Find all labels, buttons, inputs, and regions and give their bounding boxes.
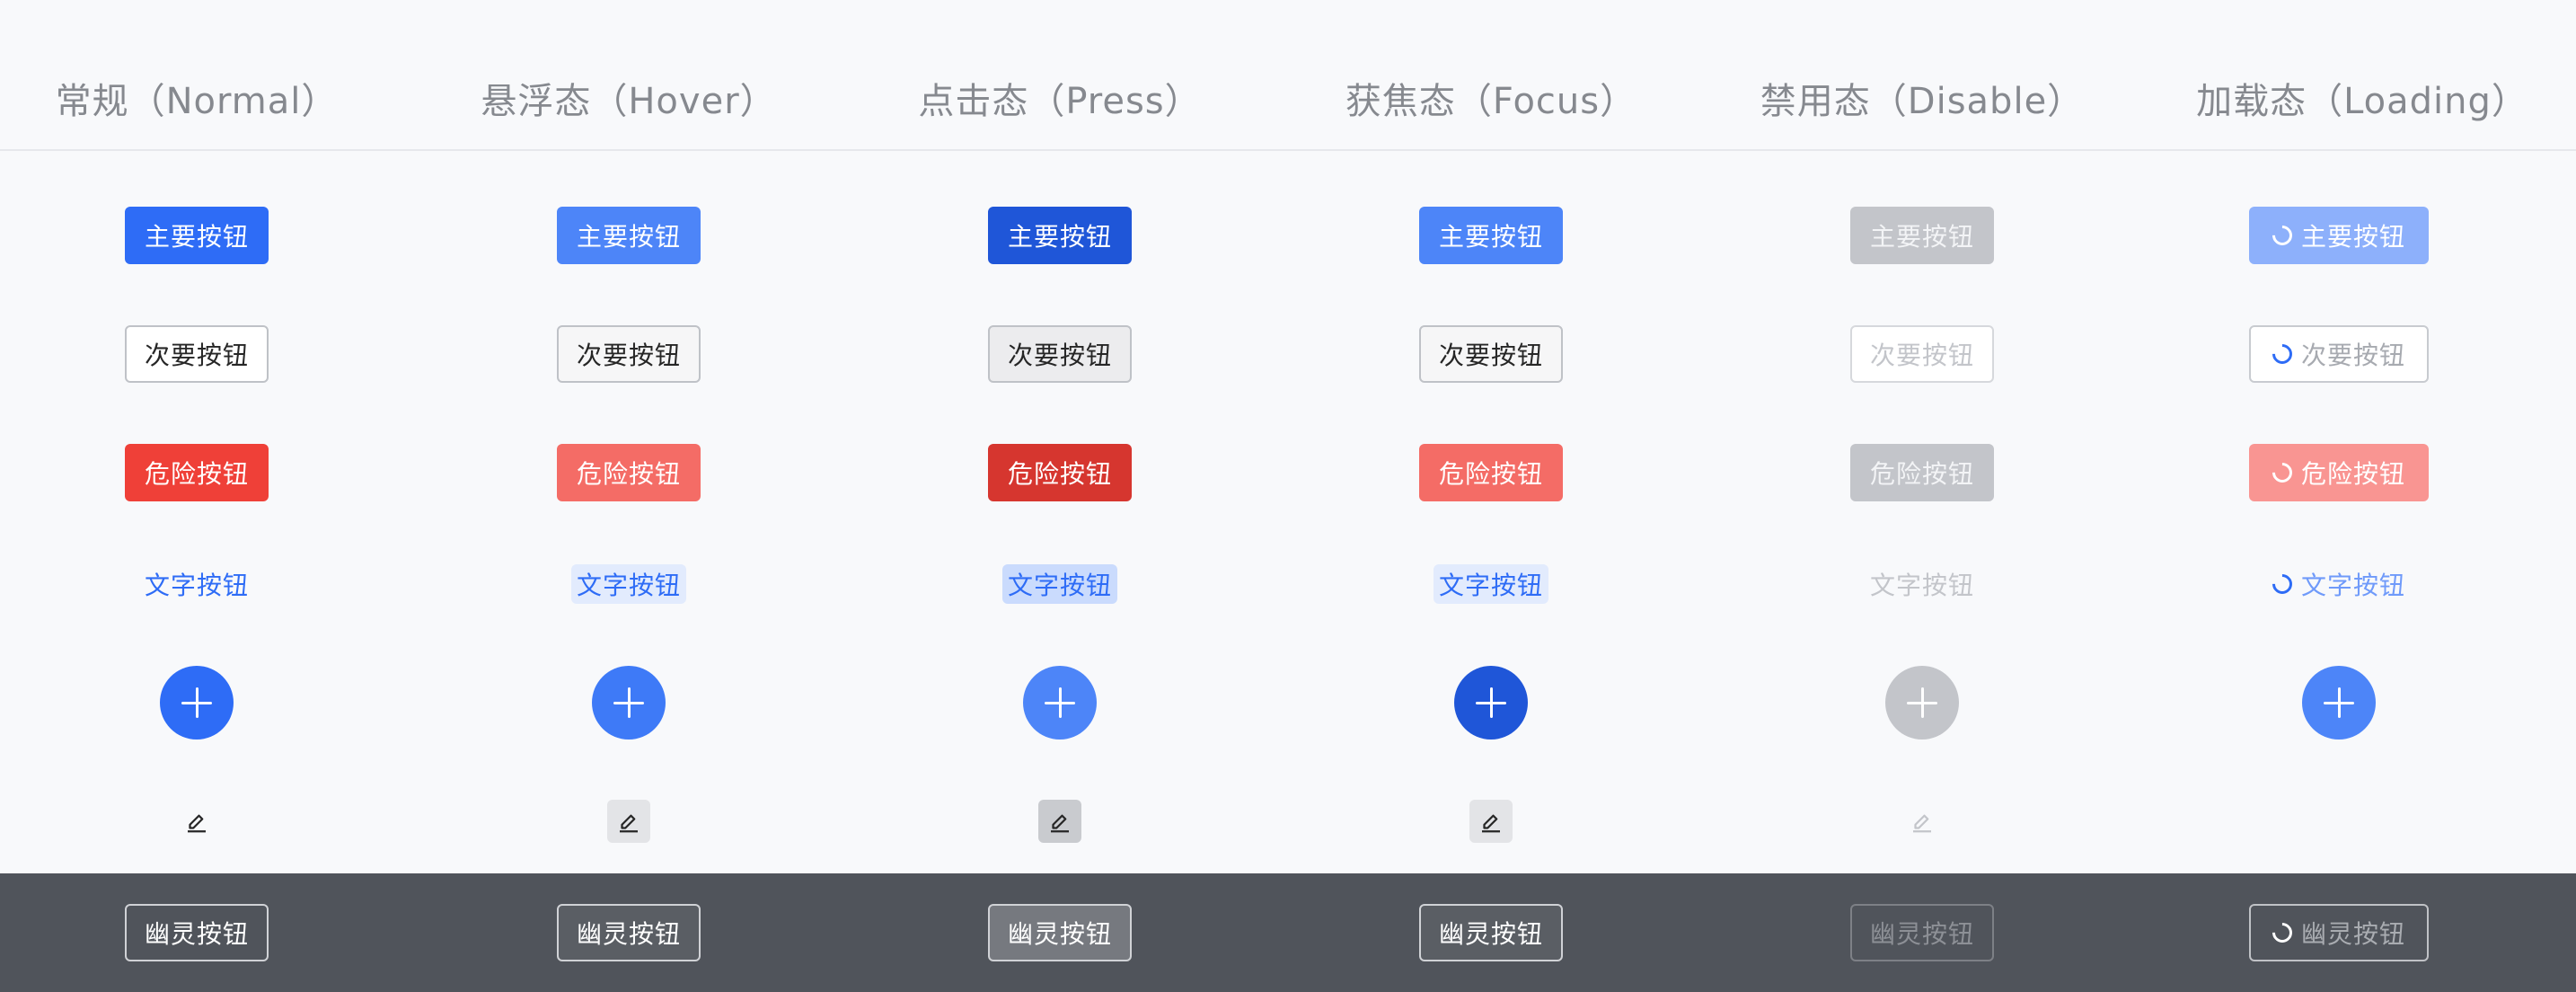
edit-pencil-icon xyxy=(1913,814,1931,833)
secondary-button-label: 次要按钮 xyxy=(1008,341,1113,370)
text-button-focus[interactable]: 文字按钮 xyxy=(1434,564,1548,604)
text-button-hover[interactable]: 文字按钮 xyxy=(571,564,686,604)
primary-button-hover[interactable]: 主要按钮 xyxy=(557,207,701,264)
column-title-normal: 常规（Normal） xyxy=(55,81,339,122)
primary-button-label: 主要按钮 xyxy=(1439,222,1544,252)
ghost-button-hover[interactable]: 幽灵按钮 xyxy=(557,904,701,961)
primary-button-focus[interactable]: 主要按钮 xyxy=(1419,207,1563,264)
spinner-icon xyxy=(2268,221,2297,250)
primary-button-loading[interactable]: 主要按钮 xyxy=(2249,207,2429,264)
secondary-button-hover[interactable]: 次要按钮 xyxy=(557,325,701,383)
edit-pencil-icon xyxy=(1051,814,1069,833)
secondary-button-label: 次要按钮 xyxy=(1870,341,1975,370)
ghost-button-loading[interactable]: 幽灵按钮 xyxy=(2249,904,2429,961)
column-title-disable: 禁用态（Disable） xyxy=(1760,81,2085,122)
danger-button-label: 危险按钮 xyxy=(577,459,682,489)
edit-pencil-icon xyxy=(188,814,206,833)
column-title-hover: 悬浮态（Hover） xyxy=(481,81,777,122)
ghost-button-label: 幽灵按钮 xyxy=(2300,919,2405,949)
add-fab-hover[interactable] xyxy=(592,666,666,740)
danger-button-label: 危险按钮 xyxy=(1870,459,1975,489)
add-fab-loading[interactable] xyxy=(2302,666,2376,740)
danger-button-label: 危险按钮 xyxy=(2300,459,2405,489)
edit-pencil-icon xyxy=(1482,814,1500,833)
text-button-label: 文字按钮 xyxy=(576,571,681,600)
add-fab-press[interactable] xyxy=(1023,666,1097,740)
secondary-button-label: 次要按钮 xyxy=(577,341,682,370)
edit-icon-button-disabled xyxy=(1901,800,1944,843)
ghost-button-label: 幽灵按钮 xyxy=(145,919,250,949)
text-button-label: 文字按钮 xyxy=(1007,571,1112,600)
ghost-button-press[interactable]: 幽灵按钮 xyxy=(988,904,1132,961)
danger-button-label: 危险按钮 xyxy=(1008,459,1113,489)
primary-button-label: 主要按钮 xyxy=(2300,222,2405,252)
column-title-press: 点击态（Press） xyxy=(918,81,1202,122)
primary-button-disabled: 主要按钮 xyxy=(1850,207,1994,264)
text-button-disabled: 文字按钮 xyxy=(1865,564,1980,604)
danger-button-label: 危险按钮 xyxy=(145,459,250,489)
edit-icon-button-focus[interactable] xyxy=(1469,800,1513,843)
add-fab-normal[interactable] xyxy=(160,666,234,740)
spinner-icon xyxy=(2268,458,2297,487)
text-button-label: 文字按钮 xyxy=(144,571,249,600)
ghost-button-label: 幽灵按钮 xyxy=(1870,919,1975,949)
primary-button-label: 主要按钮 xyxy=(1870,222,1975,252)
add-fab-disabled xyxy=(1885,666,1959,740)
secondary-button-disabled: 次要按钮 xyxy=(1850,325,1994,383)
danger-button-normal[interactable]: 危险按钮 xyxy=(125,444,269,501)
ghost-button-normal[interactable]: 幽灵按钮 xyxy=(125,904,269,961)
primary-button-label: 主要按钮 xyxy=(577,222,682,252)
ghost-button-label: 幽灵按钮 xyxy=(577,919,682,949)
text-button-press[interactable]: 文字按钮 xyxy=(1002,564,1117,604)
secondary-button-press[interactable]: 次要按钮 xyxy=(988,325,1132,383)
secondary-button-focus[interactable]: 次要按钮 xyxy=(1419,325,1563,383)
column-title-focus: 获焦态（Focus） xyxy=(1345,81,1637,122)
text-button-label: 文字按钮 xyxy=(2300,571,2405,600)
danger-button-focus[interactable]: 危险按钮 xyxy=(1419,444,1563,501)
spinner-icon xyxy=(2268,918,2297,947)
ghost-button-focus[interactable]: 幽灵按钮 xyxy=(1419,904,1563,961)
text-button-label: 文字按钮 xyxy=(1869,571,1974,600)
primary-button-label: 主要按钮 xyxy=(145,222,250,252)
secondary-button-label: 次要按钮 xyxy=(1439,341,1544,370)
danger-button-loading[interactable]: 危险按钮 xyxy=(2249,444,2429,501)
primary-button-press[interactable]: 主要按钮 xyxy=(988,207,1132,264)
ghost-button-label: 幽灵按钮 xyxy=(1439,919,1544,949)
spinner-icon xyxy=(2268,340,2297,368)
ghost-button-label: 幽灵按钮 xyxy=(1008,919,1113,949)
edit-icon-button-press[interactable] xyxy=(1038,800,1081,843)
edit-pencil-icon xyxy=(620,814,638,833)
secondary-button-loading[interactable]: 次要按钮 xyxy=(2249,325,2429,383)
danger-button-hover[interactable]: 危险按钮 xyxy=(557,444,701,501)
column-title-loading: 加载态（Loading） xyxy=(2196,81,2528,122)
state-header: 常规（Normal） 悬浮态（Hover） 点击态（Press） 获焦态（Foc… xyxy=(0,0,2576,151)
primary-button-label: 主要按钮 xyxy=(1008,222,1113,252)
ghost-button-disabled: 幽灵按钮 xyxy=(1850,904,1994,961)
secondary-button-label: 次要按钮 xyxy=(2300,341,2405,370)
primary-button-normal[interactable]: 主要按钮 xyxy=(125,207,269,264)
secondary-button-normal[interactable]: 次要按钮 xyxy=(125,325,269,383)
danger-button-label: 危险按钮 xyxy=(1439,459,1544,489)
text-button-normal[interactable]: 文字按钮 xyxy=(139,564,254,604)
danger-button-press[interactable]: 危险按钮 xyxy=(988,444,1132,501)
text-button-loading[interactable]: 文字按钮 xyxy=(2263,564,2415,604)
add-fab-focus[interactable] xyxy=(1454,666,1528,740)
secondary-button-label: 次要按钮 xyxy=(145,341,250,370)
text-button-label: 文字按钮 xyxy=(1438,571,1543,600)
edit-icon-button-normal[interactable] xyxy=(175,800,218,843)
spinner-icon xyxy=(2268,570,2297,598)
ghost-button-band xyxy=(0,873,2576,992)
edit-icon-button-hover[interactable] xyxy=(607,800,650,843)
danger-button-disabled: 危险按钮 xyxy=(1850,444,1994,501)
